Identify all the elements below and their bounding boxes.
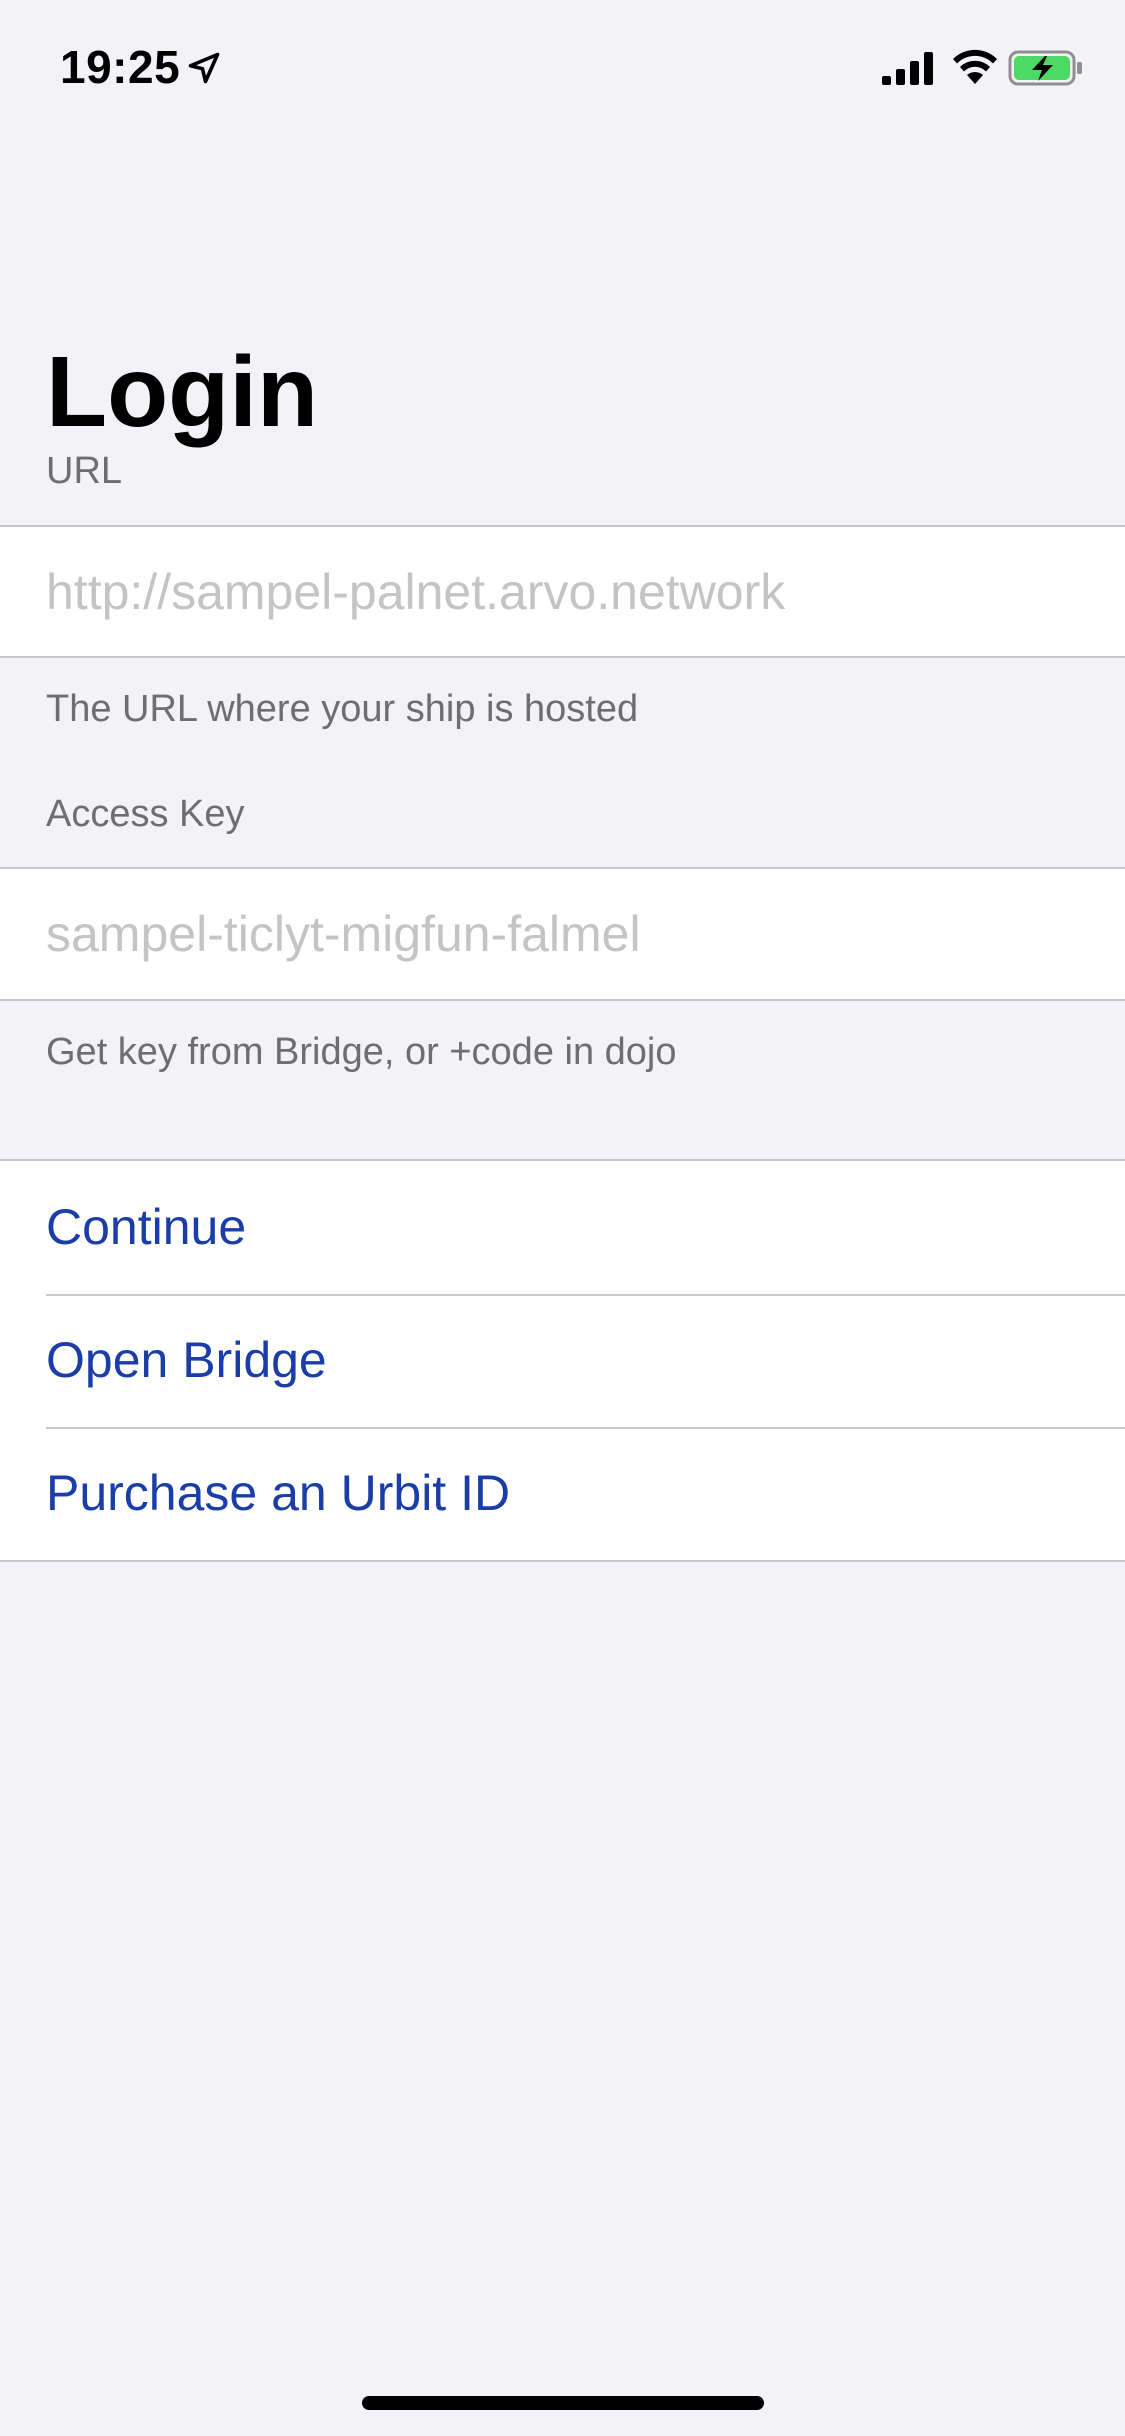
status-time: 19:25 (60, 41, 181, 93)
status-bar: 19:25 (0, 0, 1125, 132)
battery-charging-icon (1008, 50, 1082, 86)
access-key-input[interactable] (46, 869, 1086, 999)
url-field-row[interactable] (0, 525, 1125, 658)
open-bridge-row[interactable]: Open Bridge (0, 1294, 1125, 1427)
access-key-section-footer: Get key from Bridge, or +code in dojo (46, 1031, 677, 1073)
continue-row[interactable]: Continue (0, 1161, 1125, 1294)
purchase-urbit-id-button[interactable]: Purchase an Urbit ID (46, 1427, 510, 1560)
url-section-header: URL (46, 450, 123, 492)
url-input[interactable] (46, 527, 1086, 656)
location-arrow-icon (188, 52, 220, 84)
cellular-signal-icon (882, 52, 933, 85)
purchase-urbit-id-row[interactable]: Purchase an Urbit ID (0, 1427, 1125, 1560)
access-key-field-row[interactable] (0, 867, 1125, 1001)
access-key-section-header: Access Key (46, 793, 245, 835)
continue-button[interactable]: Continue (46, 1161, 246, 1294)
page-title: Login (46, 336, 319, 448)
wifi-icon (953, 49, 997, 84)
home-indicator[interactable] (362, 2396, 764, 2410)
action-list: Continue Open Bridge Purchase an Urbit I… (0, 1159, 1125, 1562)
url-section-footer: The URL where your ship is hosted (46, 688, 639, 730)
open-bridge-button[interactable]: Open Bridge (46, 1294, 327, 1427)
